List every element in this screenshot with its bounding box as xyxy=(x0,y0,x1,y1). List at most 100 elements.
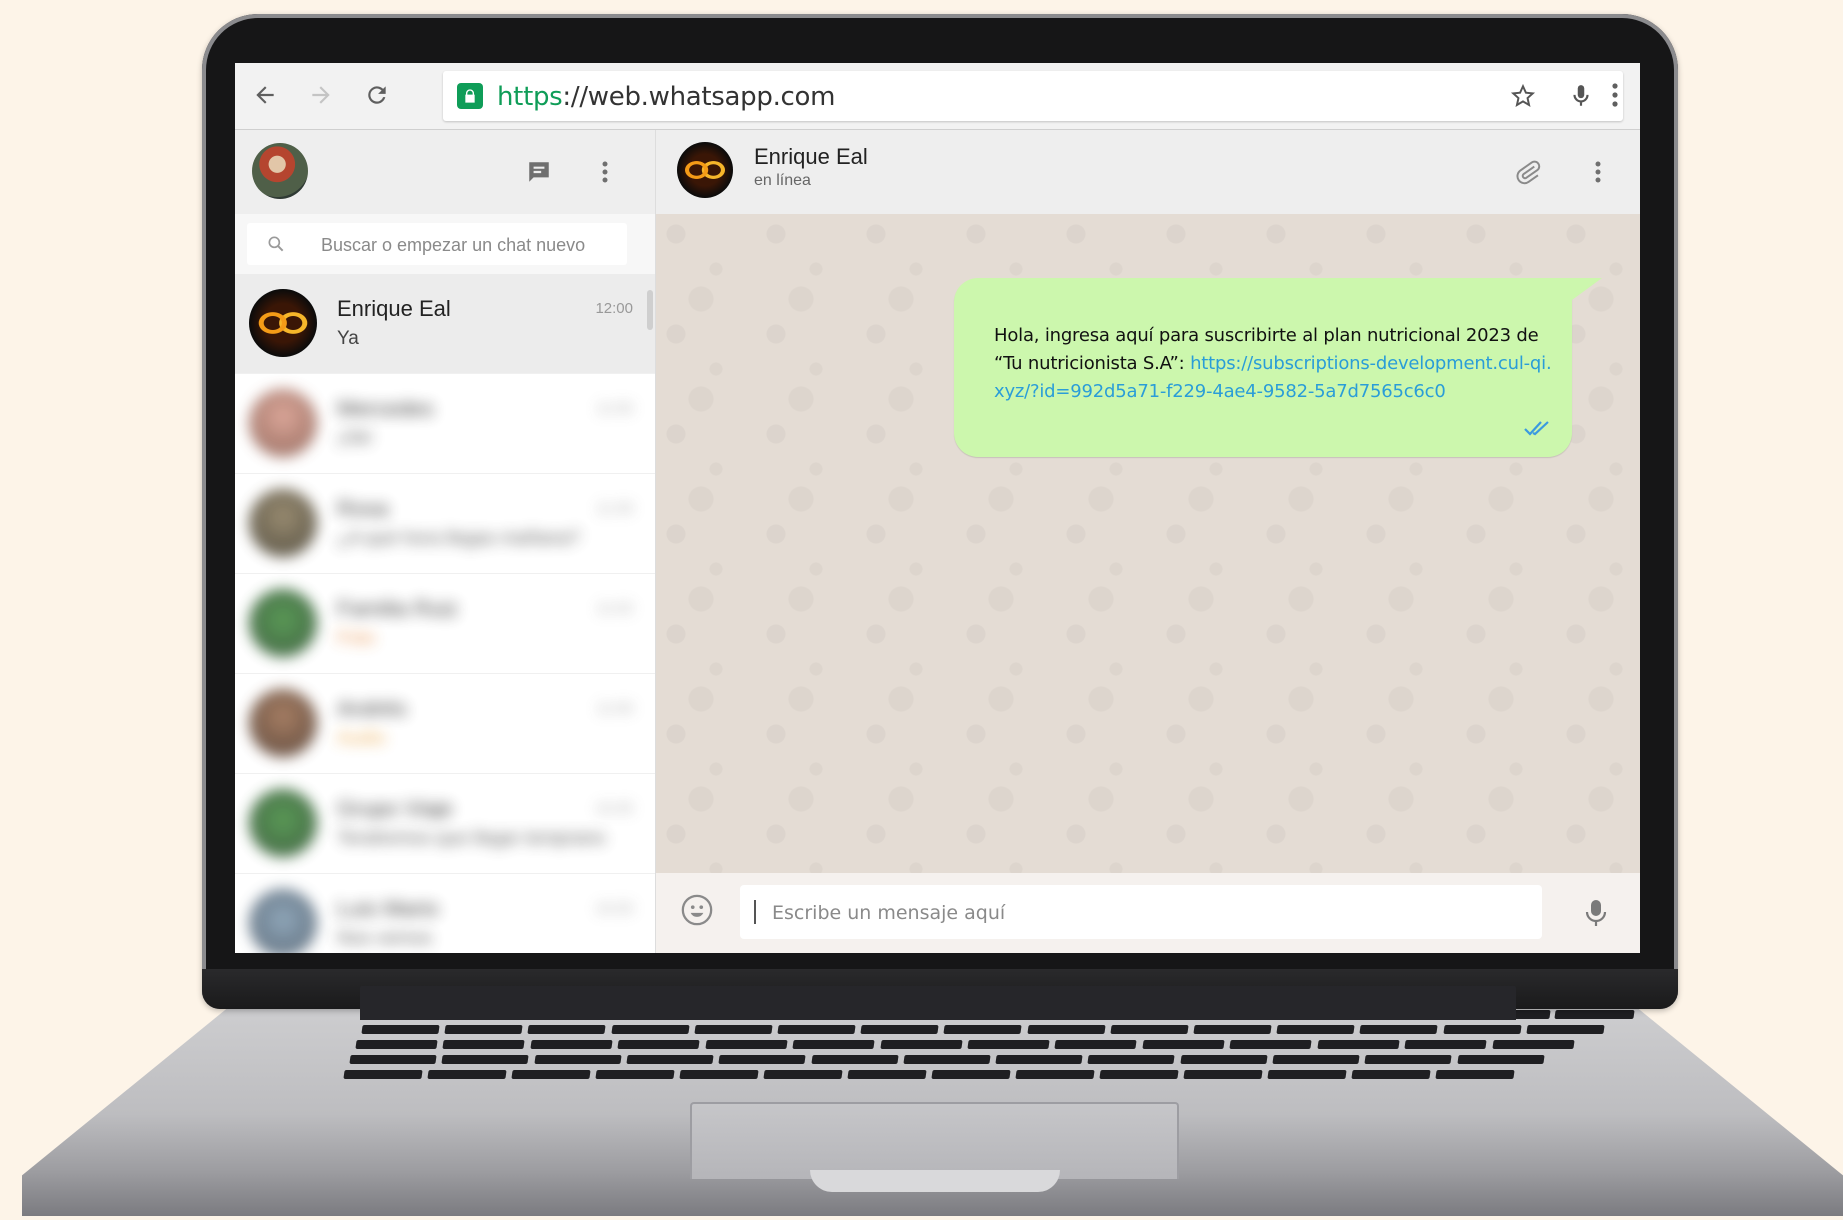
chat-avatar xyxy=(249,589,317,657)
keyboard-key xyxy=(1276,1025,1356,1034)
keyboard-key xyxy=(1435,1070,1515,1079)
message-text: Hola, ingresa aquí para suscribirte al p… xyxy=(994,325,1552,402)
sidebar-menu-icon[interactable] xyxy=(585,152,625,192)
keyboard-key xyxy=(1554,1010,1635,1019)
chat-avatar xyxy=(249,889,317,953)
keyboard-key xyxy=(1364,1055,1453,1064)
keyboard-key xyxy=(1267,1070,1347,1079)
keyboard-key xyxy=(718,1055,807,1064)
keyboard-key xyxy=(694,1025,773,1034)
keyboard-key xyxy=(1180,1055,1268,1064)
chat-preview: ¿A qué hora llegas mañana? xyxy=(337,528,580,549)
voice-note-mic-icon[interactable] xyxy=(1576,893,1616,933)
chat-item[interactable]: Grupo Viaje Tendremos que llegar tempran… xyxy=(235,774,655,874)
keyboard-key xyxy=(1099,1070,1179,1079)
keyboard-key xyxy=(533,1055,622,1064)
chat-preview: Foto xyxy=(337,628,376,649)
keyboard-key xyxy=(511,1070,591,1079)
chat-name: Mercedes xyxy=(337,396,434,421)
emoji-icon[interactable] xyxy=(680,893,714,927)
keyboard-key xyxy=(1026,1025,1106,1034)
chat-name: Enrique Eal xyxy=(337,296,451,321)
chat-preview: ¡Ok! xyxy=(337,428,373,449)
keyboard-key xyxy=(1317,1040,1400,1049)
keyboard-key xyxy=(810,1055,899,1064)
keyboard-key xyxy=(931,1070,1011,1079)
chat-item[interactable]: Rosa ¿A qué hora llegas mañana? 11:30 xyxy=(235,474,655,574)
keyboard-key xyxy=(595,1070,675,1079)
chat-avatar xyxy=(249,789,317,857)
laptop-screen: https://web.whatsapp.com Buscar o empeza… xyxy=(235,63,1640,953)
keyboard-key xyxy=(943,1025,1023,1034)
sidebar-header xyxy=(235,130,655,214)
contact-status: en línea xyxy=(754,172,811,189)
keyboard-key xyxy=(1193,1025,1272,1034)
new-chat-icon[interactable] xyxy=(519,152,559,192)
chat-list: Enrique Eal Ya 12:00 Mercedes ¡Ok! 11:50… xyxy=(235,274,655,953)
keyboard-key xyxy=(1087,1055,1176,1064)
conversation-menu-icon[interactable] xyxy=(1578,152,1618,192)
browser-menu-icon[interactable] xyxy=(1595,75,1635,115)
keyboard-key xyxy=(1054,1040,1138,1049)
chat-item[interactable]: Mercedes ¡Ok! 11:50 xyxy=(235,374,655,474)
chat-preview: Audio xyxy=(337,728,386,749)
chat-item-enrique-eal[interactable]: Enrique Eal Ya 12:00 xyxy=(235,274,655,374)
chat-time: 11:02 xyxy=(596,600,633,617)
search-input[interactable] xyxy=(319,223,623,267)
chat-name: Rosa xyxy=(337,496,389,521)
conversation-header: Enrique Eal en línea xyxy=(656,130,1640,214)
contact-avatar[interactable] xyxy=(677,142,733,198)
keyboard-key xyxy=(527,1025,607,1034)
chat-item[interactable]: Luis Mario Nos vemos 10:20 xyxy=(235,874,655,953)
forward-icon[interactable] xyxy=(301,75,341,115)
chat-time: 10:20 xyxy=(595,900,633,917)
chat-item[interactable]: Familia Ruiz Foto 11:02 xyxy=(235,574,655,674)
outgoing-message-bubble[interactable]: Hola, ingresa aquí para suscribirte al p… xyxy=(954,278,1602,457)
keyboard-key xyxy=(442,1040,526,1049)
keyboard-key xyxy=(617,1040,701,1049)
keyboard-key xyxy=(1351,1070,1431,1079)
chat-sidebar: Enrique Eal Ya 12:00 Mercedes ¡Ok! 11:50… xyxy=(235,130,656,953)
search-bar xyxy=(235,214,655,274)
paperclip-icon[interactable] xyxy=(1508,152,1548,192)
chat-time: 11:00 xyxy=(596,700,633,717)
keyboard-key xyxy=(1142,1040,1225,1049)
chat-preview: Nos vemos xyxy=(337,928,433,949)
keyboard-key xyxy=(679,1070,759,1079)
keyboard-key xyxy=(1110,1025,1189,1034)
keyboard-key xyxy=(792,1040,876,1049)
my-avatar[interactable] xyxy=(252,143,308,199)
keyboard-key xyxy=(427,1070,507,1079)
star-icon[interactable] xyxy=(1503,76,1543,116)
keyboard-key xyxy=(1015,1070,1095,1079)
keyboard-key xyxy=(1183,1070,1263,1079)
chat-time: 12:00 xyxy=(595,300,633,317)
search-box[interactable] xyxy=(247,223,627,267)
chat-time: 11:50 xyxy=(596,400,633,417)
reload-icon[interactable] xyxy=(357,75,397,115)
chat-list-scrollbar[interactable] xyxy=(647,290,653,330)
keyboard-key xyxy=(763,1070,843,1079)
message-input[interactable] xyxy=(770,885,1534,941)
address-bar[interactable]: https://web.whatsapp.com xyxy=(443,71,1623,121)
back-icon[interactable] xyxy=(245,75,285,115)
chat-avatar xyxy=(249,389,317,457)
keyboard-key xyxy=(967,1040,1051,1049)
contact-name[interactable]: Enrique Eal xyxy=(754,144,868,170)
message-box[interactable] xyxy=(740,885,1542,941)
chat-time: 11:30 xyxy=(596,500,633,517)
keyboard-key xyxy=(444,1025,524,1034)
keyboard-key xyxy=(847,1070,927,1079)
chat-preview: Ya xyxy=(337,328,359,349)
compose-bar xyxy=(656,873,1640,953)
chat-name: Familia Ruiz xyxy=(337,596,459,621)
chat-item[interactable]: Andrés Audio 11:00 xyxy=(235,674,655,774)
keyboard-key xyxy=(626,1055,714,1064)
keyboard-key xyxy=(860,1025,940,1034)
chat-name: Andrés xyxy=(337,696,407,721)
chat-preview: Tendremos que llegar temprano xyxy=(337,828,606,849)
laptop-notch xyxy=(810,1170,1060,1192)
chat-name: Grupo Viaje xyxy=(337,796,453,821)
keyboard-key xyxy=(995,1055,1084,1064)
keyboard-key xyxy=(705,1040,788,1049)
